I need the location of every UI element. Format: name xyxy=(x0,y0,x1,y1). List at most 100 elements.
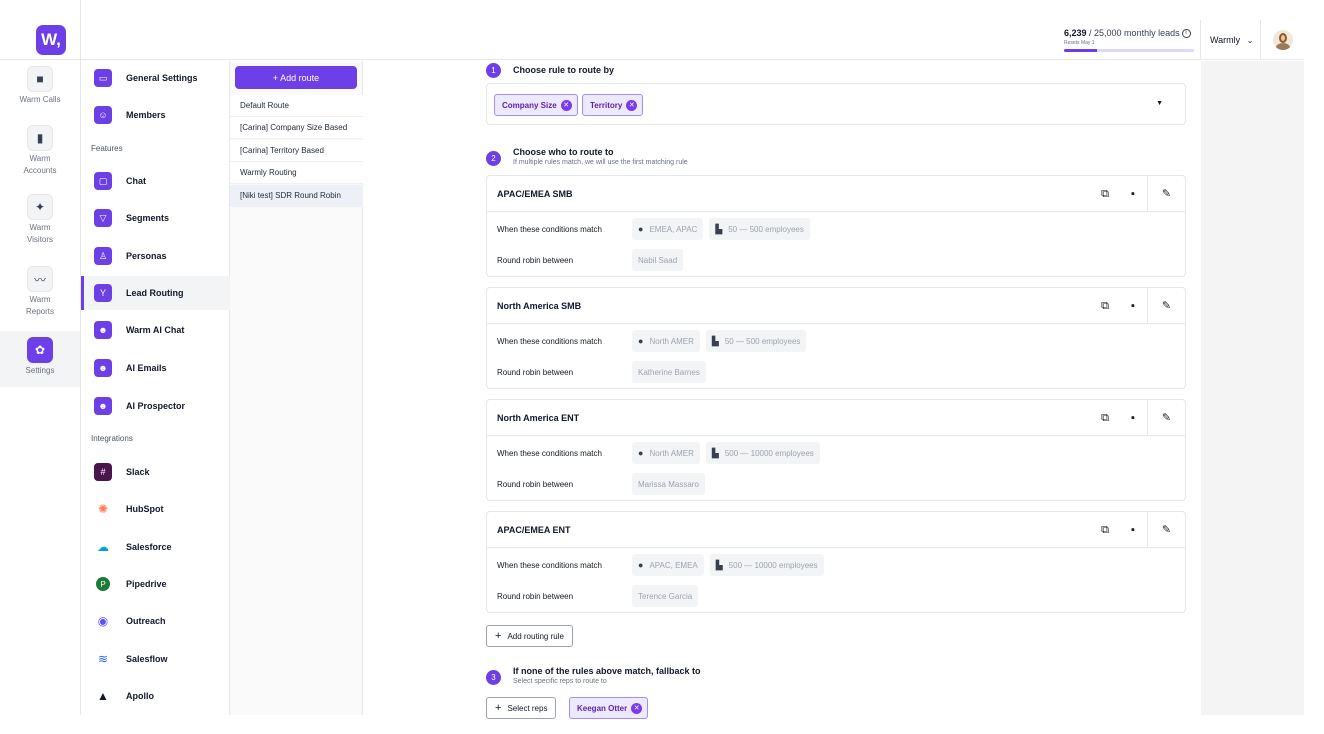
step-3: 3 If none of the rules above match, fall… xyxy=(486,666,701,685)
route-item[interactable]: [Carina] Company Size Based xyxy=(230,117,363,139)
monitor-icon: ▭ xyxy=(94,69,112,87)
nav-item-pipedrive[interactable]: P Pipedrive xyxy=(81,567,230,601)
step-number: 2 xyxy=(486,151,501,166)
tag-text: 50 — 500 employees xyxy=(728,224,804,234)
tag-text: EMEA, APAC xyxy=(649,224,698,234)
rep-tag: Terence Garcia xyxy=(632,585,699,607)
rep-tag: Katherine Barnes xyxy=(632,361,706,383)
tag-text: North AMER xyxy=(649,336,694,346)
user-avatar[interactable] xyxy=(1273,30,1293,50)
close-icon[interactable]: ✕ xyxy=(560,99,572,111)
building-icon: ▙ xyxy=(715,223,723,234)
company-size-tag: ▙ 500 — 10000 employees xyxy=(705,442,820,464)
company-size-tag: ▙ 50 — 500 employees xyxy=(709,218,810,240)
rule-select[interactable]: Company Size ✕ Territory ✕ ▼ xyxy=(486,83,1186,125)
warmly-logo[interactable]: W, xyxy=(36,25,66,55)
nav-item-salesflow[interactable]: ≋ Salesflow xyxy=(81,642,230,676)
add-route-button[interactable]: + Add route xyxy=(235,66,357,89)
add-routing-rule-button[interactable]: + Add routing rule xyxy=(486,625,573,647)
route-item[interactable]: Default Route xyxy=(230,95,363,117)
nav-item-apollo[interactable]: ▲ Apollo xyxy=(81,679,230,713)
trash-icon[interactable]: ▪ xyxy=(1119,300,1147,312)
section-heading-integrations: Integrations xyxy=(91,434,133,443)
company-size-tag: ▙ 50 — 500 employees xyxy=(705,330,807,352)
building-icon: ▙ xyxy=(711,447,719,458)
building-icon: ▙ xyxy=(711,335,719,346)
round-robin-label: Round robin between xyxy=(497,367,574,377)
region-tag: ● APAC, EMEA xyxy=(632,554,704,576)
nav-item-personas[interactable]: ♙ Personas xyxy=(81,239,230,273)
rail-item-warm-visitors[interactable]: ✦ Warm Visitors xyxy=(0,194,80,252)
conditions-label: When these conditions match xyxy=(497,448,602,458)
select-reps-button[interactable]: + Select reps xyxy=(486,697,557,719)
nav-item-hubspot[interactable]: ✺ HubSpot xyxy=(81,492,230,526)
close-icon[interactable]: ✕ xyxy=(626,99,638,111)
trash-icon[interactable]: ▪ xyxy=(1119,524,1147,536)
nav-label: Pipedrive xyxy=(126,579,167,589)
nav-item-slack[interactable]: # Slack xyxy=(81,455,230,489)
pencil-icon[interactable]: ✎ xyxy=(1147,400,1185,436)
workspace-switcher[interactable]: Warmly ⌄ xyxy=(1210,35,1253,45)
conditions-row: When these conditions match ● EMEA, APAC … xyxy=(497,218,816,240)
card-actions: ⧉ ▪ ✎ xyxy=(1091,400,1185,436)
caret-down-icon[interactable]: ▼ xyxy=(1156,100,1163,107)
routing-editor: 1 Choose rule to route by Company Size ✕ … xyxy=(364,61,1201,719)
nav-item-outreach[interactable]: ◉ Outreach xyxy=(81,604,230,638)
step-number: 3 xyxy=(486,670,501,685)
close-icon[interactable]: ✕ xyxy=(631,702,643,714)
nav-item-salesforce[interactable]: ☁ Salesforce xyxy=(81,530,230,564)
step-title: Choose rule to route by xyxy=(513,65,615,75)
nav-item-chat[interactable]: ▢ Chat xyxy=(81,164,230,198)
trash-icon[interactable]: ▪ xyxy=(1119,412,1147,424)
rail-item-warm-accounts[interactable]: ▮ Warm Accounts xyxy=(0,125,80,183)
nav-label: HubSpot xyxy=(126,504,164,514)
monthly-leads-meter: 6,239 / 25,000 monthly leads i Resets May… xyxy=(1064,28,1194,53)
conditions-label: When these conditions match xyxy=(497,560,602,570)
nav-item-warm-ai-chat[interactable]: ☻ Warm AI Chat xyxy=(81,313,230,347)
duplicate-icon[interactable]: ⧉ xyxy=(1091,300,1119,313)
users-icon: ☺ xyxy=(94,106,112,124)
route-item[interactable]: [Carina] Territory Based xyxy=(230,140,363,162)
trend-line-icon: 〰 xyxy=(27,266,53,292)
nav-label: Slack xyxy=(126,467,150,477)
card-actions: ⧉ ▪ ✎ xyxy=(1091,176,1185,212)
info-icon[interactable]: i xyxy=(1181,29,1191,39)
conditions-label: When these conditions match xyxy=(497,336,602,346)
salesforce-cloud-icon: ☁ xyxy=(97,540,109,554)
duplicate-icon[interactable]: ⧉ xyxy=(1091,412,1119,425)
step-1: 1 Choose rule to route by xyxy=(486,63,614,78)
rep-tag: Nabil Saad xyxy=(632,249,684,271)
hubspot-icon: ✺ xyxy=(97,502,109,516)
pencil-icon[interactable]: ✎ xyxy=(1147,512,1185,548)
round-robin-label: Round robin between xyxy=(497,479,574,489)
rail-item-warm-reports[interactable]: 〰 Warm Reports xyxy=(0,266,80,324)
rail-item-warm-calls[interactable]: ■ Warm Calls xyxy=(0,66,80,116)
duplicate-icon[interactable]: ⧉ xyxy=(1091,188,1119,201)
location-pin-icon: ● xyxy=(638,560,644,570)
rail-item-settings[interactable]: ✿ Settings xyxy=(0,331,80,387)
nav-item-segments[interactable]: ▽ Segments xyxy=(81,201,230,235)
chat-icon: ▢ xyxy=(94,172,112,190)
nav-item-general-settings[interactable]: ▭ General Settings xyxy=(81,61,230,95)
nav-label: AI Prospector xyxy=(126,401,186,411)
round-robin-row: Round robin between Marissa Massaro xyxy=(497,473,711,495)
trash-icon[interactable]: ▪ xyxy=(1119,188,1147,200)
location-pin-icon: ● xyxy=(638,336,644,346)
nav-item-ai-emails[interactable]: ☻ AI Emails xyxy=(81,351,230,385)
nav-item-lead-routing[interactable]: Y Lead Routing xyxy=(81,276,230,310)
chip-label: Company Size xyxy=(502,100,557,110)
nav-item-members[interactable]: ☺ Members xyxy=(81,98,230,132)
route-item-selected[interactable]: [Niki test] SDR Round Robin xyxy=(230,185,363,207)
nav-label: Warm AI Chat xyxy=(126,325,185,335)
tag-text: North AMER xyxy=(649,448,694,458)
location-pin-icon: ● xyxy=(638,224,644,234)
step-title: Choose who to route to xyxy=(513,147,614,157)
chevron-down-icon: ⌄ xyxy=(1246,36,1254,45)
pencil-icon[interactable]: ✎ xyxy=(1147,288,1185,324)
nav-item-ai-prospector[interactable]: ☻ AI Prospector xyxy=(81,389,230,423)
duplicate-icon[interactable]: ⧉ xyxy=(1091,524,1119,537)
card-title: North America ENT xyxy=(497,412,580,423)
rule-chip-territory: Territory ✕ xyxy=(582,94,644,116)
pencil-icon[interactable]: ✎ xyxy=(1147,176,1185,212)
route-item[interactable]: Warmly Routing xyxy=(230,162,363,184)
